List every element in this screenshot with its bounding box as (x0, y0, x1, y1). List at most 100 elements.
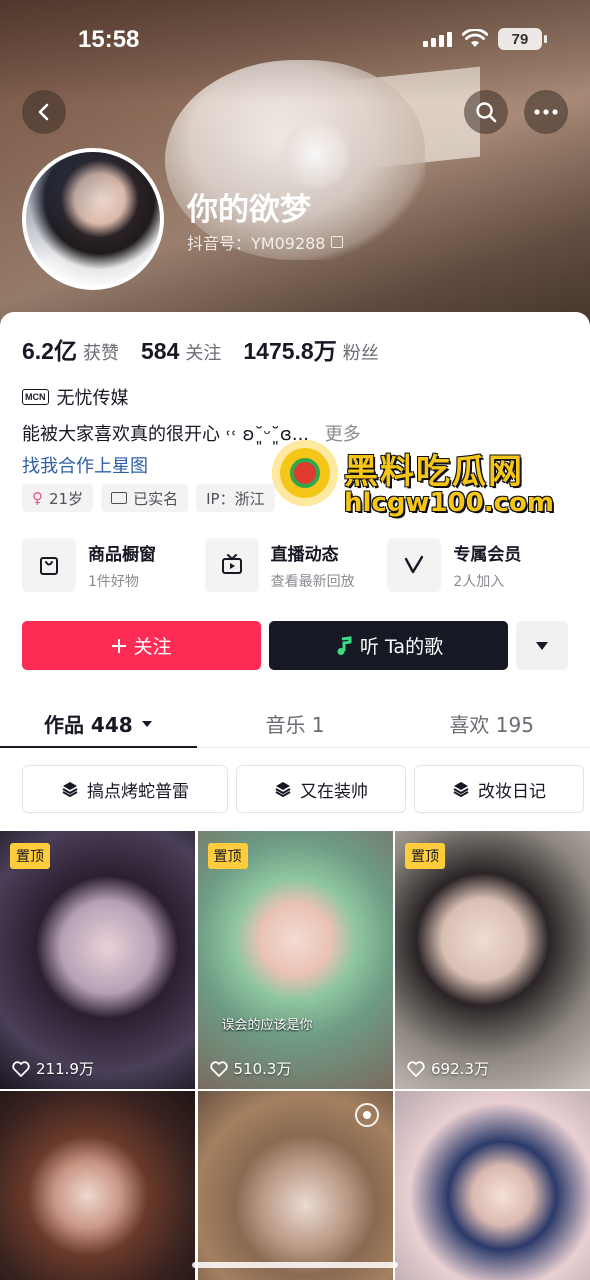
pinned-badge: 置顶 (405, 843, 445, 869)
mcn-name: 无忧传媒 (56, 388, 129, 409)
tab-works[interactable]: 作品 448 (0, 700, 197, 748)
more-dots-icon (534, 109, 558, 115)
video-grid: 置顶 211.9万 置顶 误会的应该是你 510.3万 置顶 692.3万 (0, 831, 590, 1280)
watermark-url: hlcgw100.com (344, 488, 554, 518)
battery-indicator: 79 (498, 28, 547, 50)
follow-label: 关注 (133, 636, 172, 658)
verified-text: 已实名 (133, 489, 179, 508)
video-thumbnail[interactable]: 置顶 误会的应该是你 510.3万 (197, 831, 393, 1089)
search-icon (476, 102, 497, 123)
like-count: 692.3万 (407, 1058, 489, 1079)
stats-row: 6.2亿 获赞 584 关注 1475.8万 粉丝 (22, 332, 379, 366)
stat-label: 获赞 (82, 343, 119, 364)
video-thumbnail[interactable] (0, 1091, 195, 1280)
watermark: 黑料吃瓜网 hlcgw100.com (272, 440, 572, 520)
female-icon: ♀ (32, 489, 43, 507)
chevron-left-icon (38, 103, 49, 121)
wifi-icon (462, 29, 488, 47)
feature-entries: 商品橱窗 1件好物 直播动态 查看最新回放 专属会员 2人加入 (22, 538, 570, 592)
like-count-text: 692.3万 (431, 1060, 489, 1078)
feature-title: 直播动态 (270, 544, 339, 565)
video-thumbnail[interactable] (395, 1091, 590, 1280)
status-time: 15:58 (78, 26, 140, 53)
video-thumbnail[interactable] (197, 1091, 393, 1280)
layers-icon (62, 782, 78, 798)
music-note-icon (337, 635, 352, 655)
status-indicators: 79 (423, 28, 547, 50)
collaboration-link[interactable]: 找我合作上星图 (22, 452, 148, 478)
like-count-text: 211.9万 (36, 1060, 94, 1078)
tab-likes[interactable]: 喜欢 195 (393, 700, 590, 747)
layers-icon (275, 782, 291, 798)
back-button[interactable] (22, 90, 66, 134)
collection-chip[interactable]: 搞点烤蛇普雷 (22, 765, 228, 813)
video-thumbnail[interactable]: 置顶 692.3万 (395, 831, 590, 1089)
collection-label: 改妆日记 (478, 781, 546, 802)
feature-title: 专属会员 (453, 544, 522, 565)
tab-label: 喜欢 195 (449, 713, 534, 737)
stat-following[interactable]: 584 关注 (141, 338, 221, 365)
follow-button[interactable]: 关注 (22, 621, 261, 670)
stat-followers[interactable]: 1475.8万 粉丝 (243, 332, 378, 366)
avatar[interactable] (22, 148, 164, 290)
nickname: 你的欲梦 (187, 192, 311, 228)
collection-chip[interactable]: 又在装帅 (236, 765, 406, 813)
tv-icon (204, 538, 259, 592)
feature-title: 商品橱窗 (88, 544, 156, 565)
more-options-button[interactable] (524, 90, 568, 134)
feature-subtitle: 1件好物 (88, 573, 139, 590)
ip-text: IP：浙江 (206, 489, 265, 508)
action-buttons: 关注 听 Ta的歌 (22, 621, 568, 670)
heart-icon (12, 1060, 30, 1077)
stat-label: 粉丝 (342, 343, 379, 364)
ip-tag: IP：浙江 (196, 484, 275, 512)
watermark-title: 黑料吃瓜网 (344, 452, 524, 492)
feature-live-updates[interactable]: 直播动态 查看最新回放 (204, 538, 388, 592)
plus-icon (112, 638, 127, 653)
like-count: 211.9万 (12, 1058, 94, 1079)
account-id[interactable]: 抖音号：YM09288 (187, 230, 344, 254)
home-indicator[interactable] (192, 1262, 398, 1268)
pinned-badge: 置顶 (10, 843, 50, 869)
search-button[interactable] (464, 90, 508, 134)
watermark-logo (272, 440, 338, 506)
video-thumbnail[interactable]: 置顶 211.9万 (0, 831, 195, 1089)
caret-down-icon (536, 641, 548, 650)
shop-bag-icon (22, 538, 76, 592)
feature-shop-window[interactable]: 商品橱窗 1件好物 (22, 538, 205, 592)
age-text: 21岁 (49, 489, 84, 508)
v-member-icon (387, 538, 442, 592)
tab-music[interactable]: 音乐 1 (197, 700, 394, 747)
age-tag: ♀ 21岁 (22, 484, 94, 512)
signal-icon (423, 31, 452, 47)
tab-label: 作品 448 (43, 713, 133, 737)
collection-chip[interactable]: 改妆日记 (414, 765, 584, 813)
stat-value: 584 (140, 338, 180, 364)
listen-song-button[interactable]: 听 Ta的歌 (269, 621, 508, 670)
layers-icon (453, 782, 469, 798)
mcn-row[interactable]: MCN 无忧传媒 (22, 384, 129, 410)
bio-text: 能被大家喜欢真的很开心 ˓˓ ʚ˘͈ᵕ˘͈ɞ... (22, 424, 310, 445)
collection-label: 搞点烤蛇普雷 (87, 781, 189, 802)
stat-label: 关注 (185, 343, 222, 364)
collection-label: 又在装帅 (300, 781, 368, 802)
verified-tag: 已实名 (101, 484, 189, 512)
pinned-badge: 置顶 (207, 843, 248, 869)
more-actions-dropdown[interactable] (516, 621, 568, 670)
account-id-text: 抖音号：YM09288 (187, 234, 326, 253)
like-count-text: 510.3万 (233, 1060, 292, 1078)
collection-chips: 搞点烤蛇普雷 又在装帅 改妆日记 (22, 765, 584, 813)
copy-icon[interactable] (331, 236, 344, 248)
profile-tabs: 作品 448 音乐 1 喜欢 195 (0, 700, 590, 748)
mcn-icon: MCN (22, 389, 49, 405)
feature-membership[interactable]: 专属会员 2人加入 (387, 538, 570, 592)
feature-subtitle: 2人加入 (453, 573, 505, 590)
like-count: 510.3万 (209, 1058, 292, 1079)
stat-likes[interactable]: 6.2亿 获赞 (22, 332, 119, 366)
tab-label: 音乐 1 (265, 713, 325, 737)
caret-down-icon (141, 720, 152, 727)
live-photo-icon (354, 1103, 379, 1127)
video-caption: 误会的应该是你 (221, 1018, 313, 1033)
feature-subtitle: 查看最新回放 (270, 573, 355, 590)
id-card-icon (111, 492, 128, 504)
